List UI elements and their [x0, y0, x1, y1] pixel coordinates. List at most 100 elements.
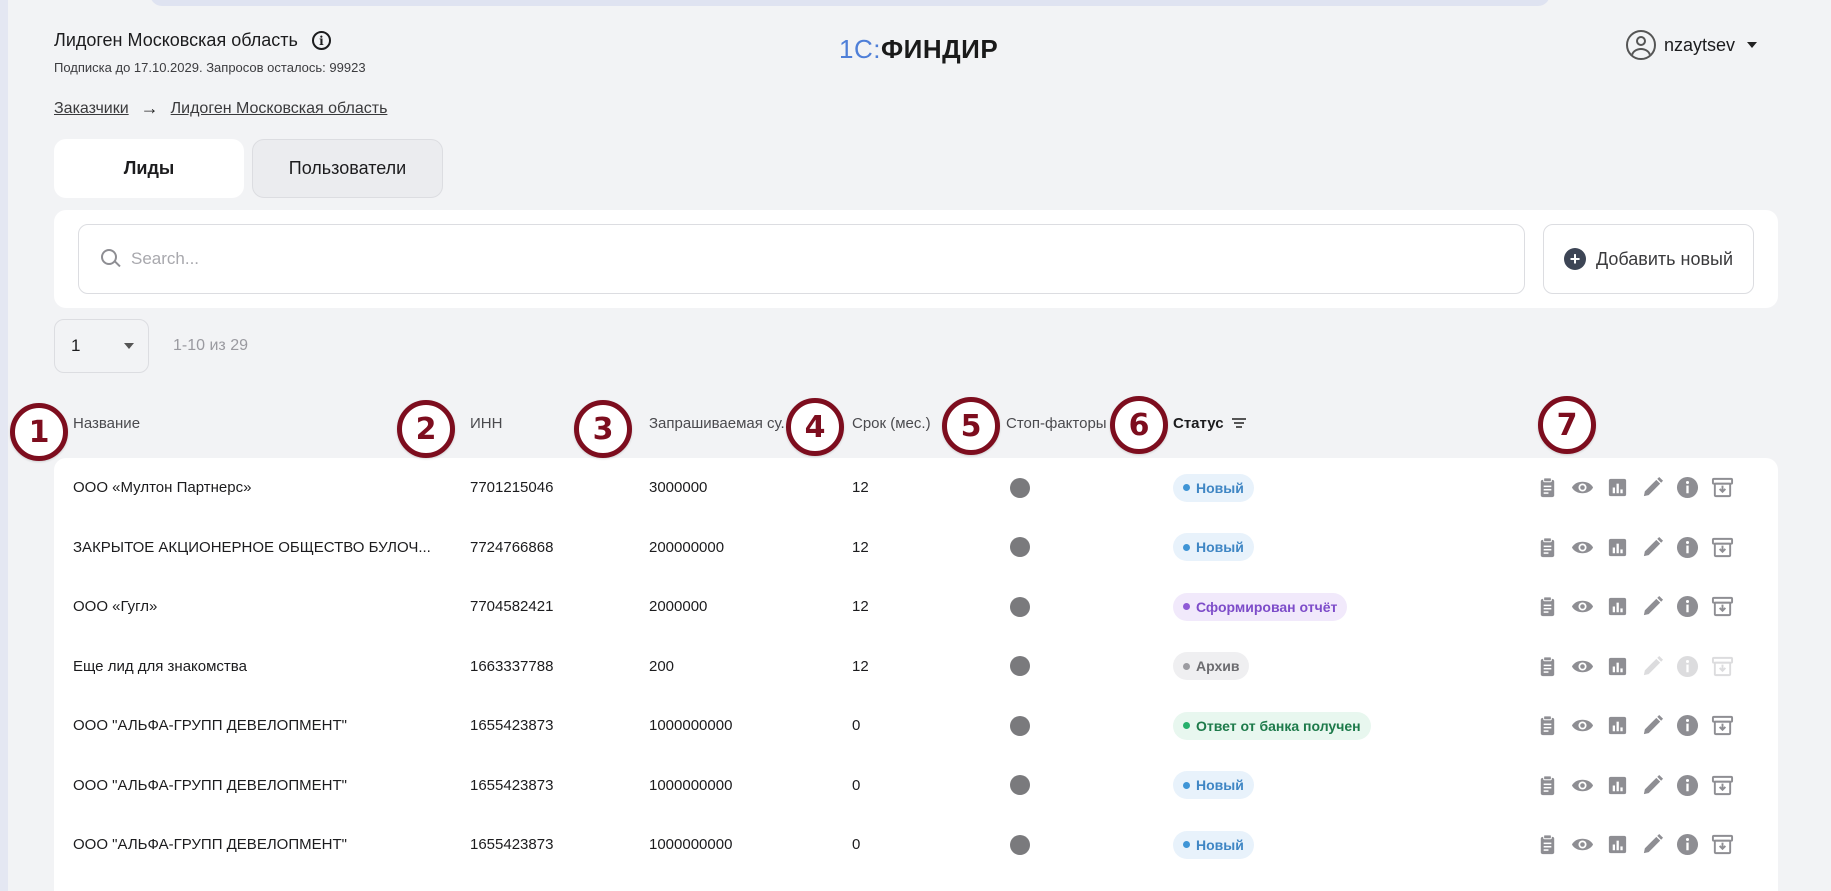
archive-icon[interactable] — [1711, 714, 1734, 737]
clipboard-icon[interactable] — [1536, 595, 1559, 618]
chart-icon[interactable] — [1606, 774, 1629, 797]
column-header-amount[interactable]: Запрашиваемая су... — [649, 415, 793, 432]
chart-icon[interactable] — [1606, 476, 1629, 499]
info-icon[interactable] — [1676, 536, 1699, 559]
cell-name: ООО "АЛЬФА-ГРУПП ДЕВЕЛОПМЕНТ" — [73, 717, 347, 734]
annotation-marker-2: 2 — [397, 400, 455, 458]
info-icon[interactable] — [1676, 655, 1699, 678]
eye-icon[interactable] — [1571, 714, 1594, 737]
column-header-name[interactable]: Название — [73, 415, 140, 432]
page-select[interactable]: 1 — [54, 319, 149, 373]
eye-icon[interactable] — [1571, 595, 1594, 618]
tab-leads[interactable]: Лиды — [54, 139, 244, 198]
annotation-marker-3: 3 — [574, 400, 632, 458]
eye-icon[interactable] — [1571, 655, 1594, 678]
pencil-icon[interactable] — [1641, 476, 1664, 499]
annotation-marker-5: 5 — [942, 397, 1000, 455]
eye-icon[interactable] — [1571, 774, 1594, 797]
chevron-down-icon — [1747, 42, 1758, 48]
pencil-icon[interactable] — [1641, 655, 1664, 678]
user-menu[interactable]: nzaytsev — [1626, 30, 1758, 60]
column-header-status[interactable]: Статус — [1173, 415, 1246, 432]
pencil-icon[interactable] — [1641, 774, 1664, 797]
chart-icon[interactable] — [1606, 714, 1629, 737]
eye-icon[interactable] — [1571, 476, 1594, 499]
status-badge: Архив — [1173, 652, 1250, 680]
status-badge: Новый — [1173, 473, 1254, 502]
chart-icon[interactable] — [1606, 536, 1629, 559]
breadcrumb-org[interactable]: Лидоген Московская область — [171, 100, 388, 118]
filter-icon[interactable] — [1231, 418, 1246, 429]
clipboard-icon[interactable] — [1536, 774, 1559, 797]
table-row[interactable]: ООО "АЛЬФА-ГРУПП ДЕВЕЛОПМЕНТ" 1655423873 1… — [54, 756, 1778, 815]
info-icon[interactable] — [1676, 714, 1699, 737]
eye-icon[interactable] — [1571, 536, 1594, 559]
stop-factor-indicator — [1010, 775, 1030, 795]
archive-icon[interactable] — [1711, 476, 1734, 499]
info-icon[interactable] — [1676, 476, 1699, 499]
stop-factor-indicator — [1010, 656, 1030, 676]
info-icon[interactable] — [1676, 595, 1699, 618]
pencil-icon[interactable] — [1641, 714, 1664, 737]
info-icon[interactable] — [1676, 833, 1699, 856]
cell-name: ООО «Гугл» — [73, 598, 158, 615]
add-new-label: Добавить новый — [1595, 248, 1734, 269]
pencil-icon[interactable] — [1641, 536, 1664, 559]
cell-status: Ответ от банка получен — [1173, 696, 1371, 755]
column-header-inn[interactable]: ИНН — [470, 415, 502, 432]
cell-term: 12 — [852, 479, 869, 496]
pencil-icon[interactable] — [1641, 595, 1664, 618]
search-input[interactable] — [131, 249, 1481, 269]
breadcrumb-arrow-icon: → — [140, 98, 159, 118]
info-icon[interactable] — [1676, 774, 1699, 797]
eye-icon[interactable] — [1571, 833, 1594, 856]
cell-amount: 200000000 — [649, 538, 725, 556]
archive-icon[interactable] — [1711, 774, 1734, 797]
tab-users[interactable]: Пользователи — [252, 139, 443, 198]
cell-inn: 1655423873 — [470, 717, 554, 734]
cell-inn: 7724766868 — [470, 538, 554, 556]
table-row[interactable]: ООО «Гугл» 7704582421 2000000 12 Сформирован… — [54, 577, 1778, 636]
archive-icon[interactable] — [1711, 833, 1734, 856]
chevron-down-icon — [124, 343, 134, 349]
breadcrumb: Заказчики → Лидоген Московская область — [54, 98, 387, 119]
cell-stop-factors — [1010, 458, 1030, 517]
cell-stop-factors — [1010, 577, 1030, 636]
chart-icon[interactable] — [1606, 833, 1629, 856]
row-actions — [1536, 815, 1734, 874]
username: nzaytsev — [1664, 34, 1736, 55]
clipboard-icon[interactable] — [1536, 833, 1559, 856]
clipboard-icon[interactable] — [1536, 655, 1559, 678]
clipboard-icon[interactable] — [1536, 536, 1559, 559]
clipboard-icon[interactable] — [1536, 476, 1559, 499]
search-box[interactable] — [78, 224, 1525, 294]
table-row[interactable]: ООО "АЛЬФА-ГРУПП ДЕВЕЛОПМЕНТ" 1655423873 1… — [54, 815, 1778, 874]
chart-icon[interactable] — [1606, 655, 1629, 678]
cell-amount: 1000000000 — [649, 836, 733, 853]
archive-icon[interactable] — [1711, 536, 1734, 559]
logo: 1С:ФИНДИР — [839, 34, 998, 65]
cell-inn: 1655423873 — [470, 776, 554, 794]
column-header-stop-factors[interactable]: Стоп-факторы — [1006, 415, 1107, 432]
table-row[interactable]: ЗАКРЫТОЕ АКЦИОНЕРНОЕ ОБЩЕСТВО БУЛОЧ... 77… — [54, 518, 1778, 577]
column-header-term[interactable]: Срок (мес.) — [852, 415, 931, 432]
clipboard-icon[interactable] — [1536, 714, 1559, 737]
table-row[interactable]: ООО "АЛЬФА-ГРУПП ДЕВЕЛОПМЕНТ" 1655423873 1… — [54, 696, 1778, 755]
chart-icon[interactable] — [1606, 595, 1629, 618]
archive-icon[interactable] — [1711, 655, 1734, 678]
info-icon[interactable]: i — [311, 31, 331, 50]
status-badge: Ответ от банка получен — [1173, 711, 1371, 740]
cell-inn: 1655423873 — [470, 836, 554, 853]
annotation-marker-6: 6 — [1110, 396, 1168, 454]
row-actions — [1536, 696, 1734, 755]
table-row[interactable]: Еще лид для знакомства 1663337788 200 12 Арх… — [54, 637, 1778, 696]
cell-stop-factors — [1010, 637, 1030, 696]
annotation-marker-7: 7 — [1538, 396, 1596, 454]
row-actions — [1536, 756, 1734, 815]
table-row[interactable]: ООО «Мултон Партнерс» 7701215046 3000000 12… — [54, 458, 1778, 517]
pencil-icon[interactable] — [1641, 833, 1664, 856]
breadcrumb-customers[interactable]: Заказчики — [54, 100, 129, 118]
header: Лидоген Московская область i Подписка до… — [54, 26, 1774, 86]
archive-icon[interactable] — [1711, 595, 1734, 618]
add-new-button[interactable]: + Добавить новый — [1543, 224, 1754, 294]
